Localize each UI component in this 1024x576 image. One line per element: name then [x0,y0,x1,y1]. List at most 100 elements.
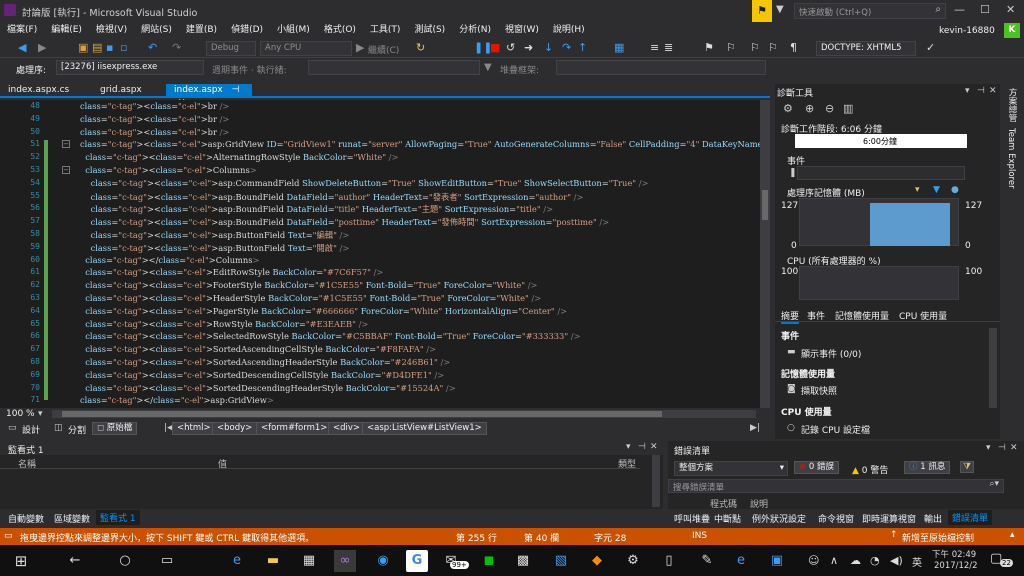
task-view-icon[interactable]: ▭ [156,550,178,572]
diag-tab-events[interactable]: 事件 [807,309,825,322]
tab-watch-1[interactable]: 監看式 1 [96,510,140,525]
split-view-button[interactable]: 分割 [68,423,86,436]
code-line[interactable]: class="c-tag"><class="c-el">br /> [80,127,229,137]
diag-tab-cpu[interactable]: CPU 使用量 [899,309,947,322]
diag-close-icon[interactable]: ✕ [989,86,997,96]
cortana-icon[interactable]: ○ [114,550,136,572]
build-filter-icon[interactable]: ⧩ [960,461,975,473]
source-control-up-icon[interactable]: ↑ [890,530,898,540]
editor-horizontal-scrollbar[interactable] [52,410,756,418]
doctype-select[interactable]: DOCTYPE: XHTML5 [816,41,916,56]
menu-test[interactable]: 測試(S) [407,22,452,39]
search-errors-input[interactable]: 搜尋錯誤清單 ⌕▾ [668,479,1004,493]
code-line[interactable]: class="c-tag"><class="c-el">SelectedRowS… [80,331,580,341]
filter-thread-icon[interactable]: ▼ [484,62,492,73]
code-line[interactable]: class="c-tag"><class="c-el">asp:CommandF… [80,178,649,188]
refresh-icon[interactable]: ↻ [416,42,425,54]
watch-col-name[interactable]: 名稱 [18,457,36,470]
maximize-button[interactable]: ☐ [980,3,990,16]
errors-filter-button[interactable]: ⊗ 0 錯誤 [794,461,839,474]
code-line[interactable]: class="c-tag"><class="c-el">asp:BoundFie… [80,216,610,228]
record-cpu-profile-link[interactable]: 記錄 CPU 設定檔 [801,423,870,436]
warnings-filter-button[interactable]: ▲ 0 警告 [852,463,888,476]
crumb-listview[interactable]: <asp:ListView#ListView1> [362,422,487,435]
collapse-toggle-icon[interactable]: − [62,140,70,149]
tab-exception-settings[interactable]: 例外狀況設定 [752,512,806,525]
tab-grid-aspx[interactable]: grid.aspx [92,84,150,98]
errors-menu-icon[interactable]: ▾ [986,443,991,453]
menu-window[interactable]: 視窗(W) [498,22,546,39]
collapse-toggle-icon[interactable]: − [62,166,70,174]
solution-explorer-tab[interactable]: 方案總管 [1006,88,1018,122]
ime-indicator[interactable]: 英 [912,554,922,569]
bookmark-prev-icon[interactable]: ⚐ [726,42,736,54]
quick-launch-input[interactable]: 快速啟動 (Ctrl+Q) ⌕ [794,3,946,19]
validate-icon[interactable]: ✓ [926,42,935,54]
design-view-button[interactable]: 設計 [22,423,40,436]
tab-index-aspx[interactable]: index.aspx ⊣ ✕ [166,84,252,108]
code-line[interactable]: class="c-tag"><class="c-el">FooterStyle … [80,280,537,290]
network-icon[interactable]: ◔ [870,554,880,567]
pin-icon[interactable]: ⊣ [232,85,240,95]
errors-pin-icon[interactable]: ⊣ [998,443,1006,453]
code-line[interactable]: class="c-tag"><class="c-el">asp:ButtonFi… [80,229,350,241]
config-select[interactable]: Debug [206,41,256,56]
tray-up-icon[interactable]: ∧ [830,554,838,567]
diag-tab-summary[interactable]: 摘要 [781,309,800,324]
code-line[interactable]: class="c-tag"><class="c-el">Columns> [80,165,256,175]
code-line[interactable]: class="c-tag"></class="c-el">asp:GridVie… [80,395,274,405]
step-over-icon[interactable]: ↷ [562,42,571,54]
menu-edit[interactable]: 編輯(E) [44,22,89,39]
crumb-div[interactable]: <div> [328,422,366,435]
tab-autos[interactable]: 自動變數 [8,512,44,525]
zoom-dropdown-icon[interactable]: ▾ [38,409,43,419]
code-line[interactable]: class="c-tag"><class="c-el">asp:ButtonFi… [80,242,350,254]
step-into-icon[interactable]: ↓ [544,42,553,54]
taskbar-back-icon[interactable]: ← [64,550,86,572]
source-control-menu-icon[interactable]: ▴ [1010,530,1015,540]
tab-error-list[interactable]: 錯誤清單 [948,510,993,525]
tab-output[interactable]: 輸出 [924,512,942,525]
bookmark-icon[interactable]: ⚑ [704,42,714,54]
messages-filter-button[interactable]: ⓘ 1 訊息 [904,461,951,474]
code-line[interactable]: class="c-tag"><class="c-el">SortedDescen… [80,370,444,380]
avatar[interactable]: K [1004,23,1020,38]
people-icon[interactable]: ☺ [808,554,819,567]
tab-locals[interactable]: 區域變數 [54,512,90,525]
continue-icon[interactable]: ▶ [356,42,364,54]
crumb-form[interactable]: <form#form1> [256,422,333,435]
zoom-level[interactable]: 100 % [6,409,35,419]
step-out-icon[interactable]: ↑ [578,42,587,54]
crumb-body[interactable]: <body> [212,422,258,435]
menu-team[interactable]: 小組(M) [270,22,317,39]
code-line[interactable]: class="c-tag"><class="c-el">asp:GridView… [80,139,760,149]
new-project-icon[interactable]: ▣ [78,42,88,54]
scope-select[interactable]: 整個方案 ▾ [674,461,788,476]
watch-col-type[interactable]: 類型 [618,457,636,470]
menu-build[interactable]: 建置(B) [179,22,224,39]
bookmark-clear-icon[interactable]: ⚐ [768,42,778,54]
team-explorer-tab[interactable]: Team Explorer [1006,128,1016,189]
menu-analyze[interactable]: 分析(N) [452,22,498,39]
code-line[interactable]: class="c-tag"><class="c-el">RowStyle Bac… [80,319,368,329]
zoom-in-icon[interactable]: ⊕ [805,102,814,115]
timeline-ruler[interactable]: 6:00分鐘 [795,134,967,148]
filter-icon[interactable]: ▼ [776,4,784,15]
forward-icon[interactable]: ▶ [38,42,46,54]
process-select[interactable]: [23276] iisexpress.exe [56,60,204,75]
pen-icon[interactable]: ✎ [696,550,718,572]
chrome-icon[interactable]: G [406,550,428,572]
clock-date[interactable]: 2017/12/2 [934,561,978,571]
zoom-out-icon[interactable]: ⊖ [825,102,834,115]
volume-icon[interactable]: ◀) [890,554,903,567]
show-next-icon[interactable]: ➜ [524,42,533,54]
show-events-link[interactable]: 顯示事件 (0/0) [801,347,861,360]
minimize-button[interactable]: — [954,3,965,16]
photos-icon[interactable]: ▧ [550,550,572,572]
menu-format[interactable]: 格式(O) [317,22,363,39]
iis-express-icon[interactable]: ◉ [372,550,394,572]
diag-pin-icon[interactable]: ⊣ [977,86,985,96]
fox-app-icon[interactable]: ◆ [586,550,608,572]
feedback-button[interactable]: ⚑ [752,0,772,22]
onedrive-icon[interactable]: ☁ [850,554,861,567]
